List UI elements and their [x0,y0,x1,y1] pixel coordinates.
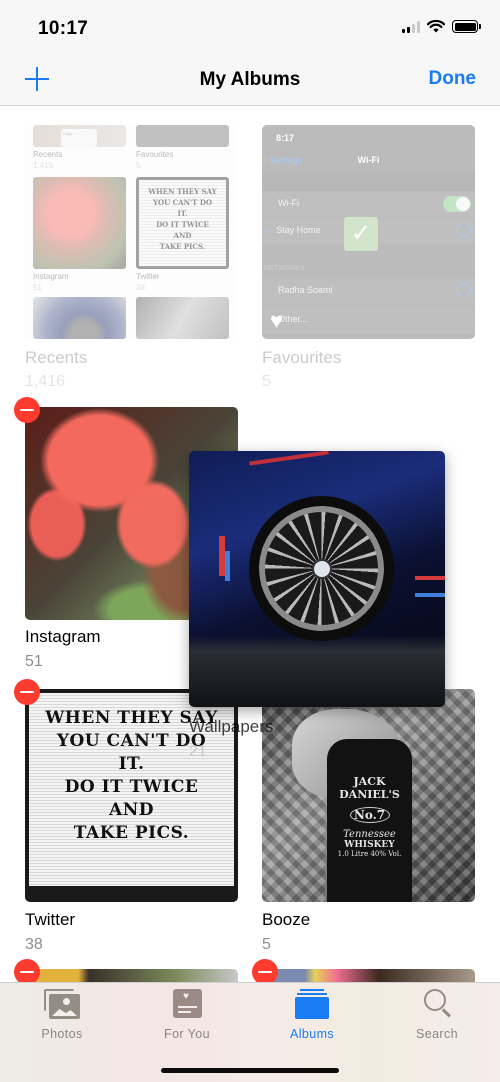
mini-thumb-twitter: WHEN THEY SAY YOU CAN'T DO IT. DO IT TWICE A… [136,177,229,269]
preview-title: Wi-Fi [357,155,380,165]
album-thumbnail-partial[interactable] [25,969,238,982]
album-count: 38 [25,936,43,953]
mini-count: 51 [33,283,42,292]
album-wallpapers-dragging[interactable]: Wallpapers 21 [189,451,445,771]
photos-icon [44,989,80,1019]
mini-thumb-booze [136,297,229,339]
album-thumbnail [189,451,445,707]
tab-label: For You [164,1027,210,1041]
preview-network-row: Radha Soami [262,277,475,305]
album-name: Twitter [25,910,76,929]
delete-album-button[interactable] [14,679,40,705]
page-title: My Albums [199,69,301,90]
album-recents[interactable]: Copy Recents 1,415 Favourites 5 Instagra… [25,125,238,395]
car-wheel [249,496,394,641]
tab-bar: Photos ♥ For You Albums Search [0,982,500,1082]
mini-count: 38 [136,283,145,292]
album-count: 21 [189,743,207,760]
done-button[interactable]: Done [429,68,477,90]
mini-label: Recents [33,150,63,159]
toggle-icon [443,196,471,212]
album-count: 51 [25,653,43,670]
album-name: Booze [262,910,311,929]
wifi-icon [427,20,445,33]
album-count: 1,416 [25,373,66,390]
mini-label: Twitter [136,272,160,281]
albums-grid[interactable]: Copy Recents 1,415 Favourites 5 Instagra… [0,107,500,982]
status-icons [402,20,481,33]
mini-thumb-favourites [136,125,229,147]
for-you-icon: ♥ [169,989,205,1019]
album-name: Wallpapers [189,717,274,736]
mini-thumb-recents: Copy [33,125,126,147]
mini-label: Favourites [136,150,174,159]
preview-network-row: Other... [262,306,475,334]
signal-icon [402,20,420,33]
album-name: Favourites [262,348,342,367]
home-indicator[interactable] [161,1068,339,1073]
mini-thumb-instagram [33,177,126,269]
album-favourites[interactable]: 8:17 ‹ Settings Wi-Fi Wi-Fi ✓ Stay Home … [262,125,475,395]
mini-thumb-car [33,297,126,339]
tab-search[interactable]: Search [387,989,487,1053]
album-count: 5 [262,373,271,390]
albums-icon [294,989,330,1019]
nav-bar: My Albums Done [0,56,500,106]
preview-wifi-row: Wi-Fi [262,191,475,217]
tab-for-you[interactable]: ♥ For You [137,989,237,1053]
battery-icon [452,20,481,33]
mini-count: 5 [136,161,141,170]
car-side-stripes [415,576,445,580]
status-bar: 10:17 [0,0,500,56]
delete-album-button[interactable] [252,959,278,982]
album-name: Recents [25,348,88,367]
album-thumbnail: Copy Recents 1,415 Favourites 5 Instagra… [25,125,238,339]
mini-count: 1,415 [33,161,54,170]
tab-label: Photos [41,1027,83,1041]
checkmark-overlay-icon: ✓ [344,217,378,251]
album-thumbnail: 8:17 ‹ Settings Wi-Fi Wi-Fi ✓ Stay Home … [262,125,475,339]
tab-label: Search [415,1027,458,1041]
search-icon [419,989,455,1019]
car-stripe [249,451,329,466]
tab-label: Albums [289,1027,335,1041]
album-thumbnail-partial[interactable] [262,969,475,982]
delete-album-button[interactable] [14,959,40,982]
tab-albums[interactable]: Albums [262,989,362,1053]
album-name: Instagram [25,627,101,646]
tab-photos[interactable]: Photos [12,989,112,1053]
preview-time: 8:17 [276,133,295,143]
preview-section-header: NETWORKS [264,265,305,272]
heart-icon: ♥ [270,308,284,333]
status-time: 10:17 [38,18,89,39]
delete-album-button[interactable] [14,397,40,423]
album-count: 5 [262,936,271,953]
mini-label: Instagram [33,272,69,281]
